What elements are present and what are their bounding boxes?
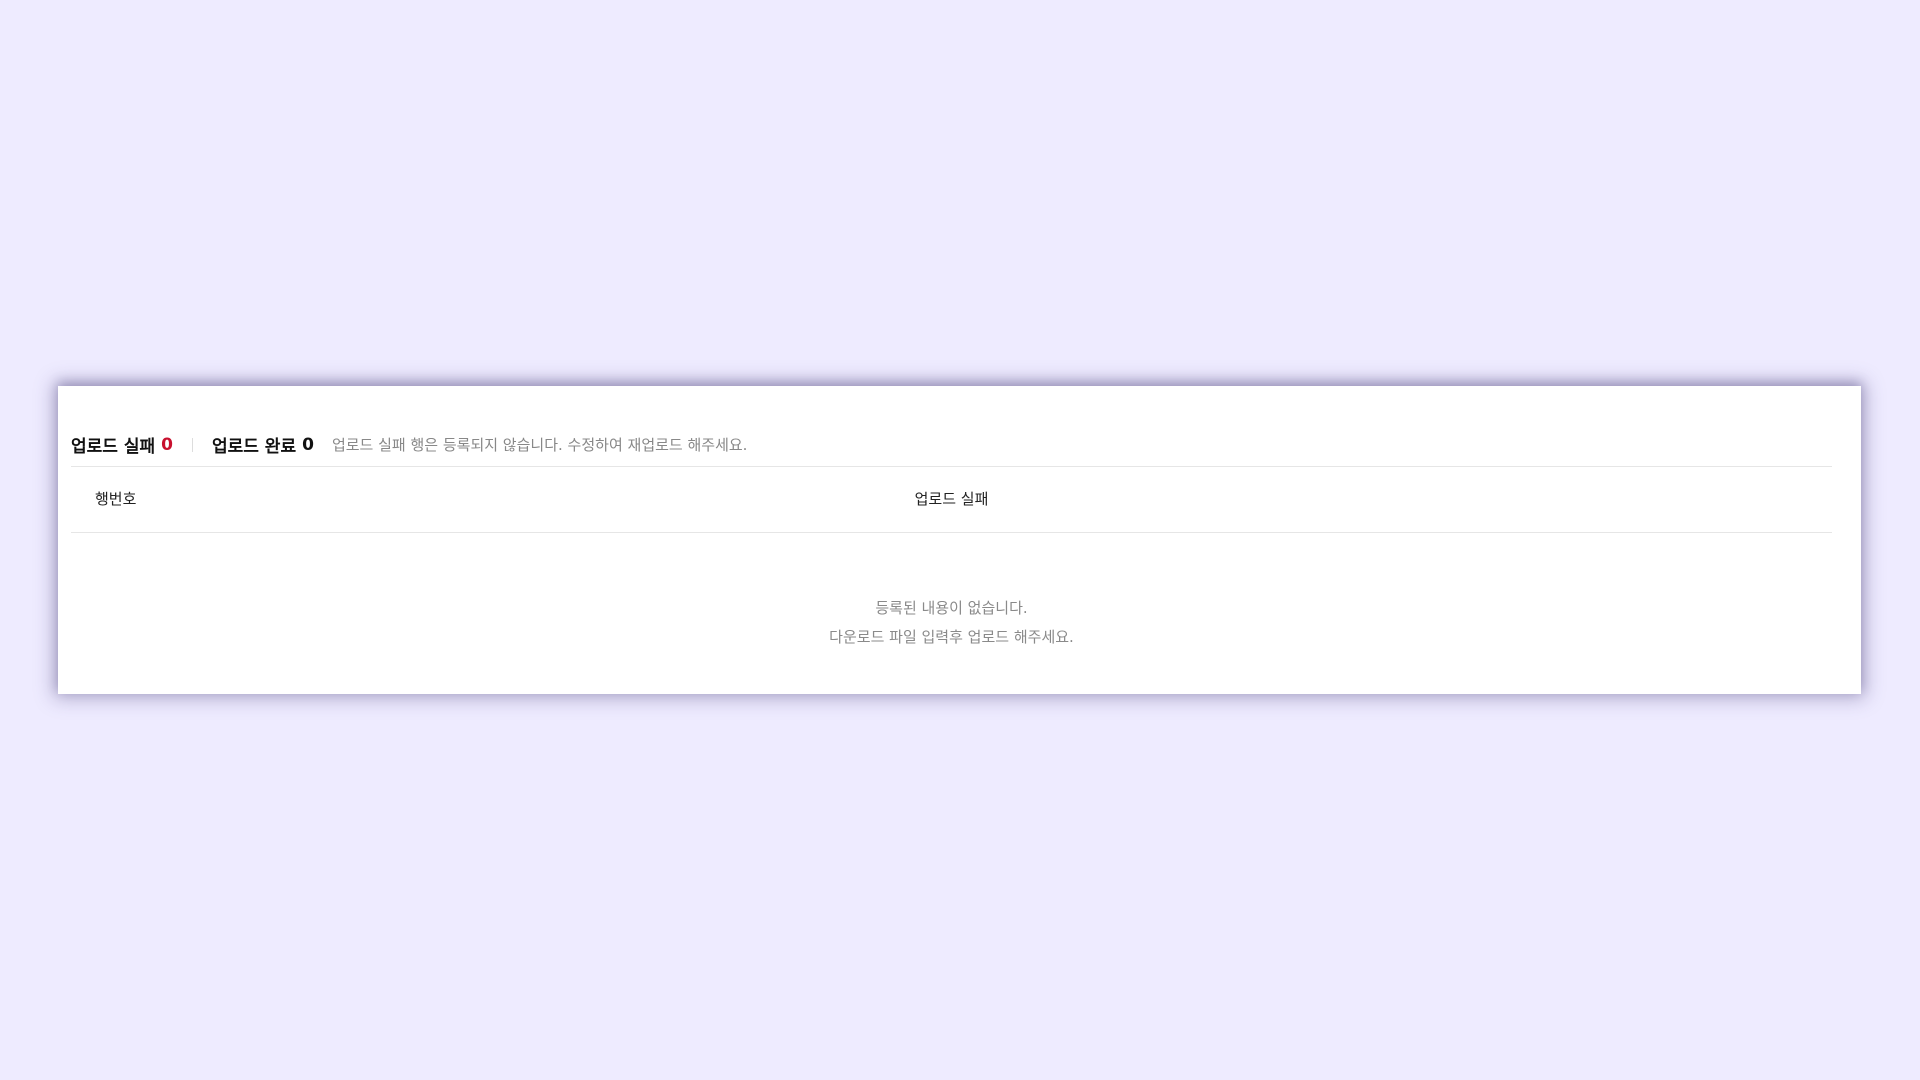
upload-done-label: 업로드 완료	[211, 437, 297, 457]
upload-fail-label: 업로드 실패	[71, 437, 156, 457]
upload-fail-count: 0	[161, 434, 173, 455]
upload-done-count: 0	[302, 434, 314, 455]
empty-state-message: 등록된 내용이 없습니다.	[875, 599, 1028, 617]
upload-result-panel: 업로드 실패 0 업로드 완료 0 업로드 실패 행은 등록되지 않습니다. 수…	[58, 386, 1861, 694]
upload-summary: 업로드 실패 0 업로드 완료 0 업로드 실패 행은 등록되지 않습니다. 수…	[71, 432, 748, 458]
empty-state: 등록된 내용이 없습니다. 다운로드 파일 입력후 업로드 해주세요.	[71, 594, 1832, 652]
empty-state-hint: 다운로드 파일 입력후 업로드 해주세요.	[829, 628, 1074, 646]
result-table-header: 행번호 업로드 실패	[71, 467, 1832, 533]
column-header-upload-fail: 업로드 실패	[914, 490, 989, 508]
summary-divider	[191, 437, 193, 452]
upload-notice: 업로드 실패 행은 등록되지 않습니다. 수정하여 재업로드 해주세요.	[331, 436, 748, 454]
